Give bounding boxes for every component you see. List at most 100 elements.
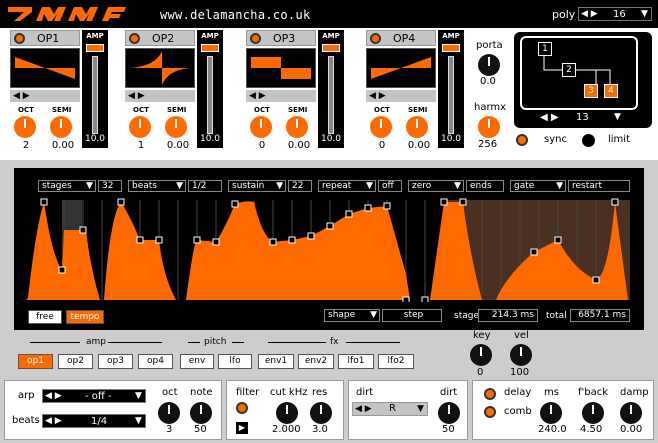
arp-arrows-icon[interactable]: ◀ ▶	[45, 391, 62, 401]
left-right-arrows-icon[interactable]: ◀ ▶	[581, 9, 598, 19]
damp-knob[interactable]	[620, 402, 642, 424]
op4-led-icon[interactable]	[370, 33, 381, 44]
arp-oct-knob[interactable]	[158, 402, 180, 424]
op3-led-icon[interactable]	[250, 33, 261, 44]
op3-amp-label: AMP	[322, 32, 340, 40]
stages-select[interactable]: stages ▼	[38, 180, 96, 192]
target-env1-button[interactable]: env1	[258, 354, 294, 369]
delay-ms-label: ms	[544, 387, 559, 398]
sync-led-icon[interactable]	[516, 134, 528, 146]
op1-led-icon[interactable]	[14, 33, 25, 44]
zero-select[interactable]: zero ▼	[408, 180, 464, 192]
target-op1-button[interactable]: op1	[18, 354, 53, 369]
op3-amp-toggle[interactable]	[322, 44, 340, 52]
op3-wave-select[interactable]: ◀ ▶	[246, 90, 316, 102]
target-op3-button[interactable]: op3	[98, 354, 133, 369]
tempo-button[interactable]: tempo	[66, 310, 104, 324]
fx-group-line-right	[346, 342, 400, 343]
op4-amp-slider[interactable]	[448, 56, 454, 134]
porta-label: porta	[476, 40, 503, 51]
op4-semi-knob[interactable]	[406, 116, 428, 138]
op4-wave-select[interactable]: ◀ ▶	[366, 90, 436, 102]
target-op4-button[interactable]: op4	[138, 354, 173, 369]
op4-semi-label: SEMI	[408, 106, 428, 114]
res-knob[interactable]	[310, 402, 332, 424]
limit-led-icon[interactable]	[582, 134, 595, 147]
op1-oct-knob[interactable]	[14, 116, 36, 138]
pitch-group-line-right	[232, 342, 244, 343]
pitch-group-line-left	[188, 342, 200, 343]
damp-label: damp	[620, 387, 649, 398]
delay-ms-knob[interactable]	[540, 402, 562, 424]
beats-label: beats	[132, 181, 157, 191]
cutoff-knob[interactable]	[276, 402, 298, 424]
target-lfo2-button[interactable]: lfo2	[378, 354, 414, 369]
arp-beats-arrows-icon[interactable]: ◀ ▶	[45, 416, 62, 426]
poly-select[interactable]: ◀ ▶ 16 ▼	[578, 7, 652, 21]
envelope-editor[interactable]	[26, 196, 630, 302]
target-env-button[interactable]: env	[180, 354, 214, 369]
op2-header[interactable]: OP2	[125, 30, 195, 46]
dirt-arrows-icon[interactable]: ◀ ▶	[355, 404, 372, 414]
amp-group-label: amp	[86, 337, 106, 347]
filter-led-icon[interactable]	[236, 402, 248, 414]
harmx-knob[interactable]	[478, 116, 500, 138]
beats-select[interactable]: beats ▼	[128, 180, 186, 192]
comb-led-icon[interactable]	[484, 406, 496, 418]
op2-amp-slider[interactable]	[207, 56, 213, 134]
shape-select[interactable]: shape ▼	[324, 309, 380, 322]
target-lfo1-button[interactable]: lfo1	[338, 354, 374, 369]
op1-semi-knob[interactable]	[50, 116, 72, 138]
sustain-select[interactable]: sustain ▼	[228, 180, 286, 192]
op1-amp-toggle[interactable]	[86, 44, 104, 52]
op2-led-icon[interactable]	[129, 33, 140, 44]
op2-wave-select[interactable]: ◀ ▶	[125, 90, 195, 102]
target-lfo-button[interactable]: lfo	[218, 354, 252, 369]
filter-play-icon[interactable]: ▶	[236, 422, 248, 434]
website-url[interactable]: www.delamancha.co.uk	[160, 8, 311, 22]
sync-label: sync	[544, 134, 567, 145]
key-knob[interactable]	[470, 344, 492, 366]
total-value: 6857.1 ms	[570, 309, 630, 322]
vel-knob[interactable]	[510, 344, 532, 366]
op2-oct-knob[interactable]	[129, 116, 151, 138]
arp-select[interactable]: ◀ ▶ - off - ▼	[42, 389, 146, 403]
algorithm-value: 13	[576, 112, 589, 123]
dirt-select[interactable]: ◀ ▶ R ▼	[352, 402, 428, 416]
porta-knob[interactable]	[478, 54, 500, 76]
op4-semi-value: 0.00	[407, 140, 431, 151]
arp-note-knob[interactable]	[190, 402, 212, 424]
op4-amp-toggle[interactable]	[442, 44, 460, 52]
op4-oct-knob[interactable]	[370, 116, 392, 138]
op3-oct-knob[interactable]	[250, 116, 272, 138]
repeat-select[interactable]: repeat ▼	[318, 180, 376, 192]
op3-amp-slider[interactable]	[328, 56, 334, 134]
op3-header[interactable]: OP3	[246, 30, 316, 46]
delay-led-icon[interactable]	[484, 388, 496, 400]
op3-semi-knob[interactable]	[286, 116, 308, 138]
op1-amp-slider[interactable]	[92, 56, 98, 134]
op4-header[interactable]: OP4	[366, 30, 436, 46]
op2-amp-toggle[interactable]	[201, 44, 219, 52]
fback-knob[interactable]	[582, 402, 604, 424]
op1-wave-select[interactable]: ◀ ▶	[10, 90, 80, 102]
dirt-knob[interactable]	[438, 402, 460, 424]
op4-oct-label: OCT	[374, 106, 390, 114]
algorithm-dropdown-icon[interactable]: ▼	[614, 112, 621, 122]
sustain-label: sustain	[232, 181, 265, 191]
free-button[interactable]: free	[28, 310, 62, 324]
target-env2-button[interactable]: env2	[298, 354, 334, 369]
operator-1: OP1 ◀ ▶ OCT SEMI 2 0.00 AMP 10.0	[10, 30, 126, 154]
op2-semi-knob[interactable]	[165, 116, 187, 138]
algo-op2-box: 2	[562, 63, 576, 77]
gate-value: restart	[568, 180, 630, 192]
target-op2-button[interactable]: op2	[58, 354, 93, 369]
algorithm-arrows-icon[interactable]: ◀ ▶	[540, 112, 559, 123]
gate-label: gate	[514, 181, 535, 191]
gate-select[interactable]: gate ▼	[510, 180, 566, 192]
op1-name: OP1	[37, 32, 60, 45]
sustain-value: 22	[288, 180, 312, 192]
dropdown-arrow-icon: ▼	[641, 9, 648, 19]
arp-beats-select[interactable]: ◀ ▶ 1/4 ▼	[42, 414, 146, 428]
op1-header[interactable]: OP1	[10, 30, 80, 46]
